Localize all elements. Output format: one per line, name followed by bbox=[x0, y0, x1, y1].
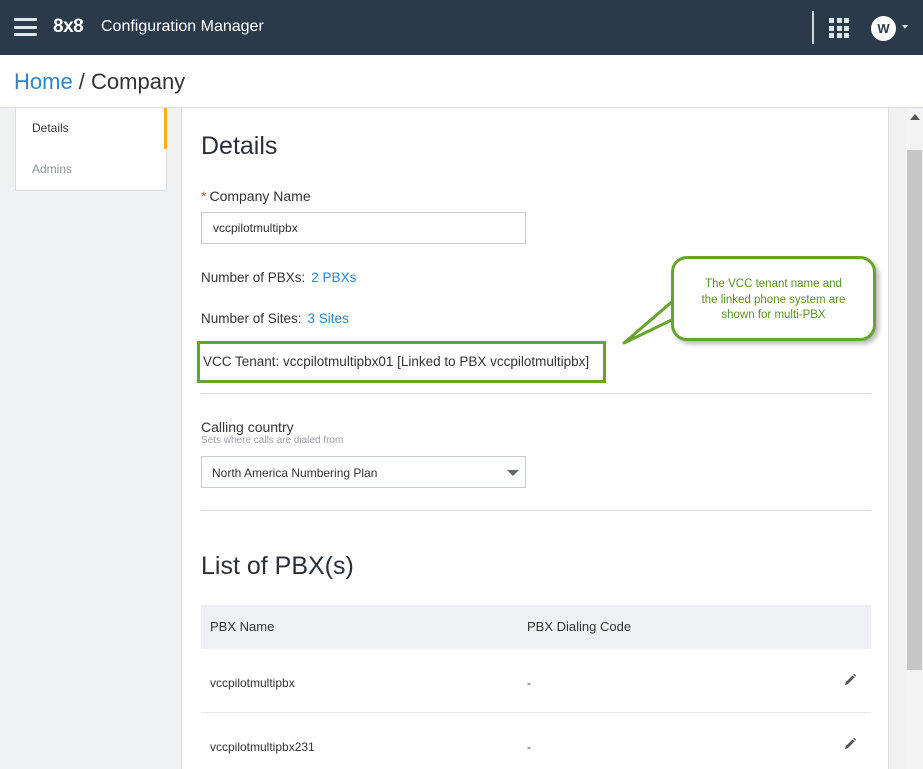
callout-line: the linked phone system are bbox=[701, 293, 846, 306]
calling-country-hint: Sets where calls are dialed from bbox=[201, 435, 344, 446]
pbx-dialing-code-cell: - bbox=[527, 676, 531, 690]
company-name-input[interactable] bbox=[201, 212, 526, 244]
annotation-callout: The VCC tenant name and the linked phone… bbox=[671, 256, 876, 341]
pbx-name-cell: vccpilotmultipbx231 bbox=[210, 740, 315, 754]
table-row: vccpilotmultipbx - bbox=[201, 649, 871, 713]
breadcrumb-current: Company bbox=[91, 69, 186, 94]
details-panel: Details *Company Name Number of PBXs: 2 P… bbox=[181, 108, 889, 769]
callout-line: shown for multi-PBX bbox=[721, 309, 826, 321]
sidebar-item-details[interactable]: Details bbox=[16, 108, 167, 149]
menu-icon[interactable] bbox=[14, 18, 37, 36]
vcc-tenant-text: VCC Tenant: vccpilotmultipbx01 [Linked t… bbox=[203, 354, 590, 369]
chevron-down-icon[interactable] bbox=[902, 25, 908, 29]
site-count-row: Number of Sites: 3 Sites bbox=[201, 311, 349, 326]
edit-pencil-icon[interactable] bbox=[843, 737, 857, 751]
sidebar-item-admins[interactable]: Admins bbox=[16, 149, 167, 190]
dropdown-caret-icon bbox=[507, 470, 519, 476]
column-header-pbx-name: PBX Name bbox=[210, 619, 275, 634]
calling-country-select[interactable]: North America Numbering Plan bbox=[201, 456, 526, 488]
pbx-name-cell: vccpilotmultipbx bbox=[210, 676, 295, 690]
required-marker: * bbox=[201, 188, 207, 204]
calling-country-label: Calling country bbox=[201, 419, 294, 435]
divider bbox=[201, 510, 871, 511]
column-header-dialing-code: PBX Dialing Code bbox=[527, 619, 632, 634]
brand-logo: 8x8 bbox=[53, 16, 84, 37]
pbx-count-label: Number of PBXs: bbox=[201, 270, 306, 285]
pbx-dialing-code-cell: - bbox=[527, 740, 531, 754]
app-title: Configuration Manager bbox=[101, 18, 264, 35]
user-avatar[interactable]: W bbox=[871, 16, 896, 41]
breadcrumb-separator: / bbox=[72, 69, 92, 94]
company-name-label-text: Company Name bbox=[209, 188, 311, 204]
site-count-link[interactable]: 3 Sites bbox=[308, 311, 349, 326]
pbx-count-link[interactable]: 2 PBXs bbox=[311, 270, 356, 285]
callout-line: The VCC tenant name and bbox=[705, 278, 842, 290]
breadcrumb: Home / Company bbox=[14, 69, 185, 95]
vcc-tenant-highlight: VCC Tenant: vccpilotmultipbx01 [Linked t… bbox=[197, 341, 606, 383]
scroll-up-arrow-icon[interactable] bbox=[910, 114, 920, 120]
divider bbox=[201, 393, 871, 394]
site-count-label: Number of Sites: bbox=[201, 311, 302, 326]
callout-text: The VCC tenant name and the linked phone… bbox=[674, 277, 873, 324]
topbar-divider bbox=[812, 11, 814, 44]
sidebar-nav: Details Admins bbox=[15, 108, 167, 191]
pbx-table-header: PBX Name PBX Dialing Code bbox=[201, 605, 871, 649]
breadcrumb-bar: Home / Company bbox=[0, 55, 923, 108]
details-heading: Details bbox=[201, 132, 278, 160]
table-row: vccpilotmultipbx231 - bbox=[201, 713, 871, 769]
edit-pencil-icon[interactable] bbox=[843, 673, 857, 687]
top-bar: 8x8 Configuration Manager W bbox=[0, 0, 923, 55]
app-grid-icon[interactable] bbox=[829, 18, 849, 38]
scroll-thumb[interactable] bbox=[907, 150, 922, 670]
breadcrumb-home-link[interactable]: Home bbox=[14, 69, 73, 94]
calling-country-value: North America Numbering Plan bbox=[212, 466, 378, 480]
pbx-count-row: Number of PBXs: 2 PBXs bbox=[201, 270, 356, 285]
vertical-scrollbar[interactable] bbox=[906, 108, 923, 769]
pbx-list-heading: List of PBX(s) bbox=[201, 552, 354, 580]
company-name-label: * Company Name bbox=[201, 188, 311, 204]
